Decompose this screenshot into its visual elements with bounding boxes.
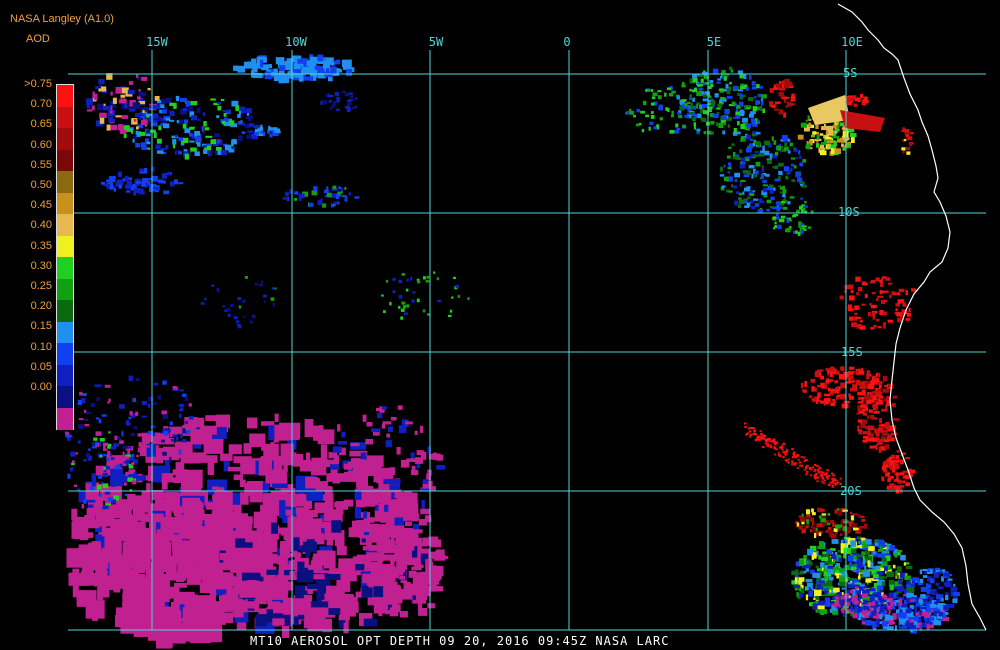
colorbar-tick-label: 0.50 — [30, 179, 52, 191]
lon-label-10e: 10E — [841, 35, 863, 49]
colorbar-tick-label: 0.65 — [30, 118, 52, 131]
colorbar-swatch — [57, 85, 73, 107]
colorbar-swatch — [57, 149, 73, 172]
colorbar-tick-label: 0.55 — [30, 158, 52, 171]
aerosol-layer — [64, 54, 960, 649]
colorbar-tick-label: 0.25 — [30, 280, 52, 292]
colorbar-swatch — [57, 300, 73, 322]
colorbar-swatch — [57, 407, 73, 430]
lon-label-0: 0 — [563, 35, 571, 49]
lon-label-5e: 5E — [706, 35, 722, 49]
colorbar-tick-label: 0.40 — [30, 219, 52, 232]
colorbar-tick-label: 0.30 — [30, 259, 52, 272]
colorbar-swatch — [57, 214, 73, 236]
map-panel: NASA Langley (A1.0) AOD 15W 10W 5W 0 5E … — [0, 0, 1000, 650]
colorbar-tick-label: 0.10 — [30, 340, 52, 353]
colorbar-tick-label: 0.45 — [30, 199, 52, 212]
lat-label-5s: 5S — [843, 66, 858, 80]
colorbar-swatch — [57, 128, 73, 150]
colorbar-swatch — [57, 171, 73, 193]
lon-label-5w: 5W — [428, 35, 444, 49]
aerosol-map — [64, 3, 987, 649]
lon-label-10w: 10W — [285, 35, 307, 49]
colorbar-tick-label: 0.20 — [30, 300, 52, 313]
colorbar-tick-label: 0.15 — [30, 320, 52, 333]
colorbar-swatch — [57, 321, 73, 344]
legend-title: AOD — [26, 33, 50, 45]
colorbar-tick-label: 0.00 — [30, 381, 52, 393]
colorbar-swatch — [57, 106, 73, 129]
colorbar-swatch — [57, 192, 73, 215]
colorbar-tick-label: 0.35 — [30, 239, 52, 252]
colorbar-tick-label: 0.05 — [30, 360, 52, 373]
colorbar-tick-label: 0.70 — [30, 98, 52, 111]
colorbar-swatch — [57, 235, 73, 258]
lat-label-15s: 15S — [841, 345, 863, 359]
aod-colorbar — [56, 84, 74, 430]
colorbar-swatch — [57, 278, 73, 301]
lon-label-15w: 15W — [146, 35, 168, 49]
source-label: NASA Langley (A1.0) — [10, 13, 114, 25]
colorbar-tick-label: >0.75 — [24, 78, 52, 90]
colorbar-tick-label: 0.60 — [30, 138, 52, 151]
colorbar-swatch — [57, 343, 73, 365]
lat-label-10s: 10S — [838, 205, 860, 219]
colorbar-swatch — [57, 364, 73, 387]
colorbar-swatch — [57, 257, 73, 279]
lat-label-20s: 20S — [840, 484, 862, 498]
colorbar-swatch — [57, 386, 73, 408]
map-caption: MT10 AEROSOL OPT DEPTH 09 20, 2016 09:45… — [250, 634, 670, 648]
